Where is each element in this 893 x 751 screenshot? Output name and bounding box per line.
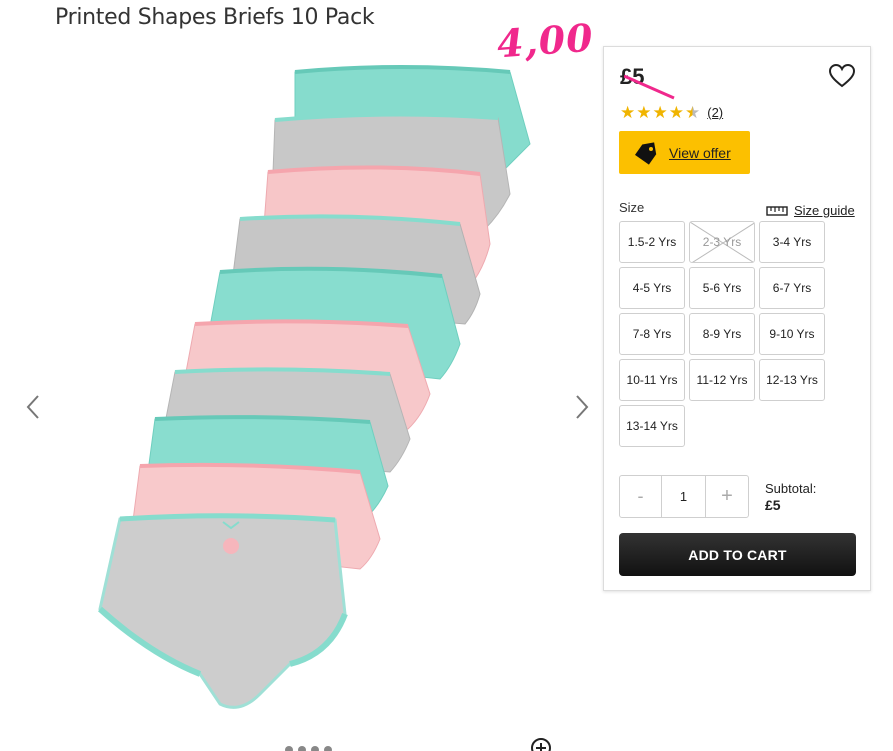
brief-10: [97, 513, 348, 709]
gallery-prev-button[interactable]: [22, 392, 44, 422]
size-option[interactable]: 3-4 Yrs: [759, 221, 825, 263]
size-option[interactable]: 9-10 Yrs: [759, 313, 825, 355]
ruler-icon: [766, 205, 788, 216]
size-option[interactable]: 8-9 Yrs: [689, 313, 755, 355]
size-option[interactable]: 5-6 Yrs: [689, 267, 755, 309]
size-option[interactable]: 7-8 Yrs: [619, 313, 685, 355]
size-option[interactable]: 6-7 Yrs: [759, 267, 825, 309]
size-guide-link[interactable]: Size guide: [766, 203, 855, 218]
subtotal-amount: £5: [765, 497, 781, 513]
star-full-icon: ★: [636, 103, 652, 122]
size-option[interactable]: 13-14 Yrs: [619, 405, 685, 447]
product-title: Printed Shapes Briefs 10 Pack: [55, 5, 375, 30]
quantity-value[interactable]: 1: [662, 476, 706, 517]
gallery-dot[interactable]: [285, 746, 293, 751]
quantity-stepper: - 1 +: [619, 475, 749, 518]
zoom-in-icon[interactable]: [530, 737, 552, 751]
size-option[interactable]: 11-12 Yrs: [689, 359, 755, 401]
gallery-dot[interactable]: [324, 746, 332, 751]
review-count-link[interactable]: (2): [707, 105, 723, 120]
old-price: £5: [620, 64, 675, 100]
gallery-dot[interactable]: [311, 746, 319, 751]
star-full-icon: ★: [652, 103, 668, 122]
chevron-right-icon: [576, 395, 589, 419]
heart-outline-icon[interactable]: [829, 64, 855, 88]
size-option-unavailable[interactable]: 2-3 Yrs: [689, 221, 755, 263]
product-rating: ★ ★ ★ ★ ★ (2): [620, 104, 723, 121]
image-gallery: [0, 40, 600, 751]
gallery-next-button[interactable]: [571, 392, 593, 422]
size-option[interactable]: 12-13 Yrs: [759, 359, 825, 401]
size-option[interactable]: 10-11 Yrs: [619, 359, 685, 401]
add-to-cart-button[interactable]: ADD TO CART: [619, 533, 856, 576]
price-tag-icon: [634, 141, 657, 165]
size-option[interactable]: 4-5 Yrs: [619, 267, 685, 309]
subtotal: Subtotal: £5: [765, 480, 816, 514]
size-option[interactable]: 1.5-2 Yrs: [619, 221, 685, 263]
quantity-increase-button[interactable]: +: [706, 476, 748, 517]
subtotal-label: Subtotal:: [765, 481, 817, 496]
view-offer-label: View offer: [669, 144, 731, 161]
star-full-icon: ★: [620, 103, 636, 122]
size-options: 1.5-2 Yrs 2-3 Yrs 3-4 Yrs 4-5 Yrs 5-6 Yr…: [619, 221, 825, 447]
view-offer-button[interactable]: View offer: [619, 131, 750, 174]
gallery-dot[interactable]: [298, 746, 306, 751]
product-image: [97, 65, 531, 709]
star-full-icon: ★: [668, 103, 684, 122]
purchase-panel: £5 ★ ★ ★ ★ ★ (2) View offer Size Size gu…: [603, 46, 871, 591]
size-guide-label: Size guide: [794, 203, 855, 218]
star-half-icon: ★: [685, 103, 701, 122]
chevron-left-icon: [26, 395, 39, 419]
sale-price-annotation: 4,00: [495, 14, 596, 67]
quantity-decrease-button[interactable]: -: [620, 476, 662, 517]
size-label: Size: [619, 200, 645, 215]
gallery-dots: [285, 746, 332, 751]
price-strikethrough: [624, 74, 675, 100]
